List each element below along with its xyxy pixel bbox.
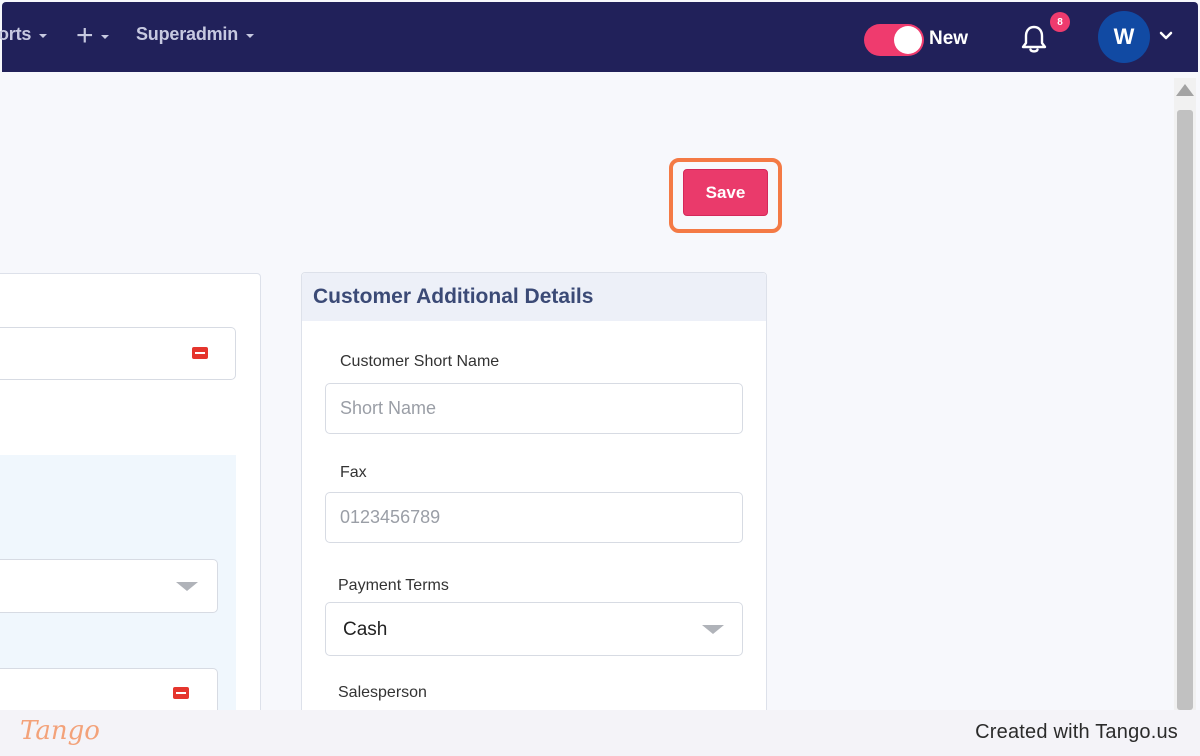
dropdown-arrow-icon: [176, 582, 198, 591]
card-title: Customer Additional Details: [313, 285, 594, 308]
payment-terms-select[interactable]: Cash: [325, 602, 743, 656]
chevron-down-icon: [101, 35, 110, 39]
save-button[interactable]: Save: [683, 169, 768, 216]
new-ui-toggle[interactable]: [864, 24, 924, 56]
fax-label: Fax: [340, 464, 367, 481]
bell-icon[interactable]: [1020, 24, 1048, 54]
created-with-credit: Created with Tango.us: [975, 721, 1178, 743]
contact-card-icon[interactable]: [173, 687, 189, 699]
short-name-label: Customer Short Name: [340, 353, 500, 370]
nav-item-add-new[interactable]: +: [76, 19, 110, 52]
address-select[interactable]: [0, 559, 218, 613]
chevron-down-icon: [39, 33, 48, 38]
tango-logo: Tango: [20, 716, 100, 746]
nav-item-superadmin[interactable]: Superadmin: [136, 24, 255, 45]
top-navigation-bar: orts + Superadmin New 8 W: [0, 2, 1198, 72]
dropdown-arrow-icon: [702, 625, 724, 634]
user-avatar[interactable]: W: [1098, 11, 1150, 63]
nav-item-reports-label: orts: [0, 24, 32, 44]
plus-icon: +: [76, 19, 94, 52]
chevron-down-icon: [246, 33, 255, 38]
customer-field-input[interactable]: [0, 327, 236, 380]
nav-item-reports[interactable]: orts: [0, 24, 48, 45]
card-header: Customer Additional Details: [302, 273, 766, 321]
chevron-down-icon[interactable]: [1159, 31, 1173, 41]
scrollbar-thumb[interactable]: [1177, 110, 1193, 710]
payment-terms-label: Payment Terms: [338, 577, 449, 594]
notification-badge: 8: [1050, 12, 1070, 32]
tango-footer: Tango Created with Tango.us: [0, 710, 1200, 756]
scroll-up-arrow-icon[interactable]: [1176, 84, 1194, 96]
payment-terms-value: Cash: [343, 619, 388, 640]
customer-additional-details-card: Customer Additional Details Customer Sho…: [301, 272, 767, 713]
short-name-input[interactable]: [325, 383, 743, 434]
toggle-knob: [894, 26, 922, 54]
salesperson-label: Salesperson: [338, 684, 427, 701]
toggle-label: New: [929, 28, 969, 49]
fax-input[interactable]: [325, 492, 743, 543]
nav-item-superadmin-label: Superadmin: [136, 24, 239, 44]
contact-card-icon[interactable]: [192, 347, 208, 359]
